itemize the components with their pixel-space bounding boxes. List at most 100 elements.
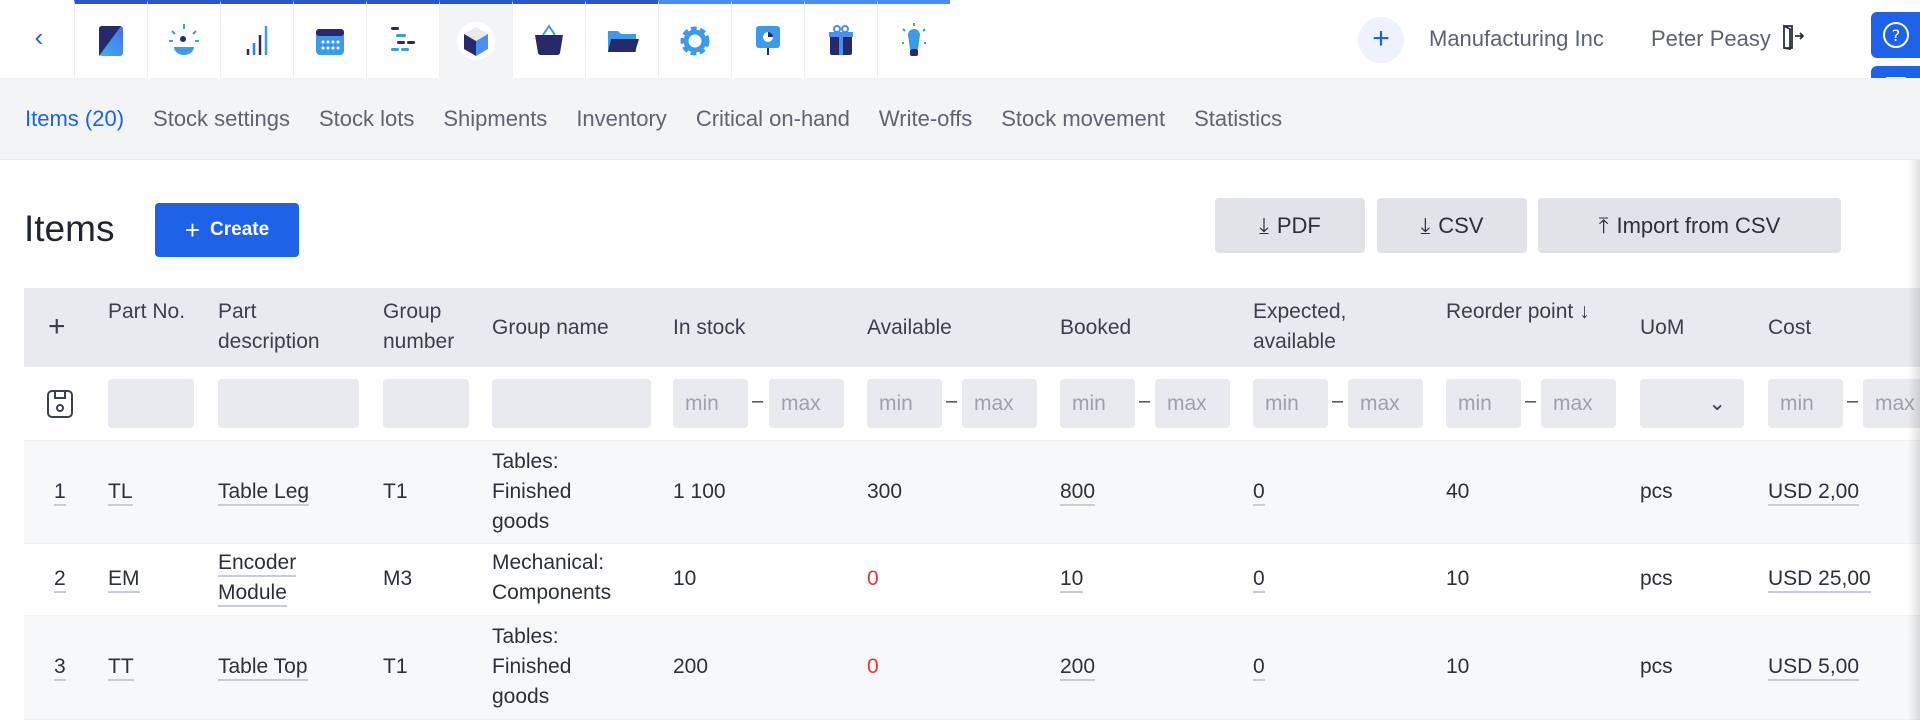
row-number-link[interactable]: 1 — [54, 480, 66, 506]
app-analytics-icon[interactable] — [220, 0, 293, 78]
filter-group-number-input[interactable] — [383, 379, 469, 428]
header-group-number[interactable]: Group number — [383, 297, 478, 357]
group-name: Mechanical: Components — [492, 551, 612, 604]
header-booked[interactable]: Booked — [1060, 313, 1131, 343]
tab-stock-movement[interactable]: Stock movement — [1001, 106, 1165, 132]
filter-booked-min[interactable]: min — [1060, 379, 1135, 428]
app-dashboard-icon[interactable] — [74, 0, 147, 78]
reorder-point: 10 — [1446, 567, 1470, 590]
create-label: Create — [210, 219, 270, 240]
download-icon: ⤓ — [1420, 212, 1431, 238]
user-name[interactable]: Peter Peasy — [1651, 26, 1771, 52]
add-column-plus-icon[interactable]: + — [48, 312, 66, 342]
header-cost[interactable]: Cost — [1768, 313, 1811, 343]
app-documents-folder-icon[interactable] — [585, 0, 658, 78]
cost-link[interactable]: USD 25,00 — [1768, 567, 1871, 593]
filter-part-description-input[interactable] — [218, 379, 359, 428]
group-number: T1 — [383, 655, 408, 678]
expected-link[interactable]: 0 — [1253, 480, 1265, 506]
filter-expected-min[interactable]: min — [1253, 379, 1328, 428]
export-csv-button[interactable]: ⤓ CSV — [1377, 198, 1527, 253]
part-no-link[interactable]: EM — [108, 567, 140, 593]
range-dash: – — [1847, 390, 1859, 412]
table-row[interactable] — [24, 615, 1920, 720]
cost-link[interactable]: USD 2,00 — [1768, 480, 1860, 506]
app-planning-icon[interactable] — [366, 0, 439, 78]
help-question-icon: ? — [1882, 22, 1909, 48]
range-dash: – — [752, 390, 764, 412]
tab-write-offs[interactable]: Write-offs — [879, 106, 972, 132]
filter-part-no-input[interactable] — [108, 379, 194, 428]
filter-available-max[interactable]: max — [962, 379, 1037, 428]
quick-add-button[interactable]: + — [1358, 17, 1404, 63]
group-name: Tables: Finished goods — [492, 625, 572, 708]
filter-in-stock-max[interactable]: max — [769, 379, 844, 428]
row-number-link[interactable]: 2 — [54, 567, 66, 593]
page-title: Items — [24, 208, 115, 249]
app-ideas-bulb-icon[interactable] — [877, 0, 950, 78]
part-description-link[interactable]: Encoder Module — [218, 551, 297, 607]
top-bar: ‹ + Manufacturing Inc Peter Peasy — [0, 0, 1920, 78]
company-name[interactable]: Manufacturing Inc — [1429, 26, 1604, 52]
tab-items[interactable]: Items (20) — [25, 106, 124, 132]
expected-link[interactable]: 0 — [1253, 567, 1265, 593]
filter-cost-min[interactable]: min — [1768, 379, 1843, 428]
range-dash: – — [1139, 390, 1151, 412]
part-description-link[interactable]: Table Leg — [218, 480, 310, 506]
tab-critical-on-hand[interactable]: Critical on-hand — [696, 106, 850, 132]
create-button[interactable]: + Create — [155, 203, 299, 257]
export-pdf-button[interactable]: ⤓ PDF — [1215, 198, 1365, 253]
filter-available-min[interactable]: min — [867, 379, 942, 428]
header-available[interactable]: Available — [867, 313, 952, 343]
filter-booked-max[interactable]: max — [1155, 379, 1230, 428]
in-stock: 200 — [673, 655, 709, 678]
app-gift-icon[interactable] — [804, 0, 877, 78]
app-presentation-icon[interactable] — [731, 0, 804, 78]
logout-icon[interactable] — [1776, 22, 1806, 52]
filter-expected-max[interactable]: max — [1348, 379, 1423, 428]
range-dash: – — [1332, 390, 1344, 412]
part-no-link[interactable]: TT — [108, 655, 134, 681]
header-part-description[interactable]: Part description — [218, 297, 358, 357]
tab-stock-settings[interactable]: Stock settings — [153, 106, 290, 132]
app-settings-gear-icon[interactable] — [658, 0, 731, 78]
row-number-link[interactable]: 3 — [54, 655, 66, 681]
tab-shipments[interactable]: Shipments — [443, 106, 547, 132]
save-filter-icon[interactable] — [45, 388, 75, 420]
tab-statistics[interactable]: Statistics — [1194, 106, 1282, 132]
app-alerts-icon[interactable] — [147, 0, 220, 78]
header-in-stock[interactable]: In stock — [673, 313, 745, 343]
filter-reorder-max[interactable]: max — [1541, 379, 1616, 428]
tab-inventory[interactable]: Inventory — [576, 106, 667, 132]
filter-reorder-min[interactable]: min — [1446, 379, 1521, 428]
tab-stock-lots[interactable]: Stock lots — [319, 106, 414, 132]
back-chevron-icon[interactable]: ‹ — [24, 22, 54, 52]
header-expected-available[interactable]: Expected, available — [1253, 297, 1383, 357]
part-no-link[interactable]: TL — [108, 480, 133, 506]
header-reorder-point[interactable]: Reorder point ↓ — [1446, 297, 1606, 327]
reorder-point: 40 — [1446, 480, 1470, 503]
expected-link[interactable]: 0 — [1253, 655, 1265, 681]
booked-link[interactable]: 200 — [1060, 655, 1096, 681]
csv-label: CSV — [1438, 212, 1484, 238]
part-description-link[interactable]: Table Top — [218, 655, 308, 681]
header-uom[interactable]: UoM — [1640, 313, 1684, 343]
cost-link[interactable]: USD 5,00 — [1768, 655, 1860, 681]
app-calendar-icon[interactable] — [293, 0, 366, 78]
svg-text:?: ? — [1891, 26, 1900, 45]
group-name: Tables: Finished goods — [492, 450, 572, 533]
filter-uom-select[interactable]: ⌄ — [1640, 379, 1744, 428]
app-stock-cube-icon[interactable] — [439, 0, 512, 78]
app-switcher — [74, 0, 950, 78]
in-stock: 1 100 — [673, 480, 726, 503]
horizontal-scroll-shadow — [1908, 160, 1920, 720]
filter-group-name-input[interactable] — [492, 379, 651, 428]
header-group-name[interactable]: Group name — [492, 313, 609, 343]
app-sales-basket-icon[interactable] — [512, 0, 585, 78]
import-csv-button[interactable]: ⤒ Import from CSV — [1538, 198, 1841, 253]
header-part-no[interactable]: Part No. — [108, 297, 198, 327]
help-button[interactable]: ? — [1871, 12, 1920, 58]
booked-link[interactable]: 800 — [1060, 480, 1096, 506]
booked-link[interactable]: 10 — [1060, 567, 1084, 593]
filter-in-stock-min[interactable]: min — [673, 379, 748, 428]
